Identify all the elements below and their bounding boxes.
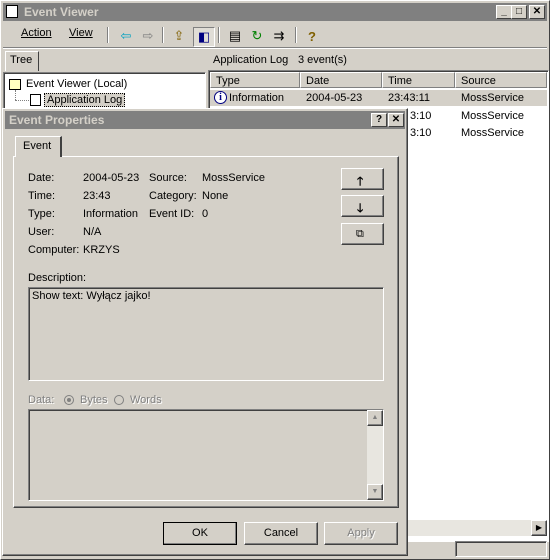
column-header-date[interactable]: Date xyxy=(300,72,382,88)
bytes-radio[interactable] xyxy=(64,395,74,405)
column-header-type[interactable]: Type xyxy=(210,72,300,88)
event-viewer-computer-icon xyxy=(9,79,21,90)
cancel-label: Cancel xyxy=(263,527,299,539)
column-header-time[interactable]: Time xyxy=(382,72,455,88)
event-viewer-app-icon xyxy=(6,5,18,18)
ok-button[interactable]: OK xyxy=(163,522,237,545)
log-name: Application Log xyxy=(213,54,289,66)
forward-icon[interactable]: ⇨ xyxy=(138,27,158,45)
event-properties-dialog: Event Properties ? ✕ Event Date: 2004-05… xyxy=(2,108,408,556)
ok-label: OK xyxy=(192,527,208,539)
dialog-help-button[interactable]: ? xyxy=(371,113,387,127)
maximize-button[interactable]: □ xyxy=(511,5,527,19)
tree-item-application-log[interactable]: Application Log xyxy=(44,93,126,107)
cancel-button[interactable]: Cancel xyxy=(244,522,318,545)
copy-button[interactable]: ⧉ xyxy=(341,223,384,245)
menu-action[interactable]: Action xyxy=(21,27,52,39)
tree-connector-line xyxy=(15,100,29,101)
description-text: Show text: Wyłącz jajko! xyxy=(32,290,151,302)
properties-icon[interactable]: ▤ xyxy=(225,27,245,45)
scroll-right-arrow-icon[interactable]: ▶ xyxy=(531,520,547,536)
computer-label: Computer: xyxy=(28,244,80,256)
information-icon: i xyxy=(214,91,227,104)
status-panel xyxy=(455,541,547,557)
date-value: 2004-05-23 xyxy=(83,172,140,184)
table-row[interactable]: i Information 2004-05-23 23:43:11 MossSe… xyxy=(210,90,547,106)
main-title: Event Viewer xyxy=(24,5,99,19)
export-list-icon[interactable]: ⇉ xyxy=(269,27,289,45)
toolbar-separator xyxy=(162,27,164,43)
source-value: MossService xyxy=(202,172,265,184)
row-source: MossService xyxy=(461,110,524,122)
scroll-up-arrow-icon[interactable]: ▲ xyxy=(367,410,383,426)
next-event-button[interactable]: 🡓 xyxy=(341,195,384,217)
scroll-down-arrow-icon[interactable]: ▼ xyxy=(367,484,383,500)
row-time: 23:43:11 xyxy=(388,92,431,104)
back-icon[interactable]: ⇦ xyxy=(116,27,136,45)
arrow-up-icon: 🡑 xyxy=(357,174,364,188)
type-value: Information xyxy=(83,208,139,220)
row-time: 3:10 xyxy=(410,110,432,122)
tree-tab[interactable]: Tree xyxy=(5,51,39,71)
tab-event[interactable]: Event xyxy=(15,136,62,157)
category-value: None xyxy=(202,190,229,202)
time-value: 23:43 xyxy=(83,190,111,202)
tree-root-label[interactable]: Event Viewer (Local) xyxy=(26,78,127,90)
description-box[interactable]: Show text: Wyłącz jajko! xyxy=(28,287,384,381)
main-title-bar[interactable]: Event Viewer _ □ ✕ xyxy=(3,3,547,21)
time-label: Time: xyxy=(28,190,56,202)
data-box[interactable]: ▲ ▼ xyxy=(28,409,384,501)
menu-toolbar-row: Action View ⇦ ⇨ ⇪ ◧ ▤ ↻ ⇉ ? xyxy=(3,24,547,47)
user-value: N/A xyxy=(83,226,102,238)
help-icon[interactable]: ? xyxy=(302,27,322,45)
column-header-source[interactable]: Source xyxy=(455,72,547,88)
words-radio[interactable] xyxy=(114,395,124,405)
type-label: Type: xyxy=(28,208,55,220)
menu-view[interactable]: View xyxy=(69,27,93,39)
previous-event-button[interactable]: 🡑 xyxy=(341,168,384,190)
category-label: Category: xyxy=(149,190,197,202)
date-label: Date: xyxy=(28,172,55,184)
arrow-down-icon: 🡓 xyxy=(357,201,364,215)
event-id-label: Event ID: xyxy=(149,208,195,220)
row-source: MossService xyxy=(461,127,524,139)
data-vertical-scrollbar[interactable]: ▲ ▼ xyxy=(367,410,383,500)
apply-button[interactable]: Apply xyxy=(324,522,398,545)
tree-tab-label: Tree xyxy=(10,54,33,66)
tree-connector-line xyxy=(15,90,16,100)
dialog-close-button[interactable]: ✕ xyxy=(388,113,404,127)
log-count: 3 event(s) xyxy=(298,54,347,66)
minimize-button[interactable]: _ xyxy=(496,5,512,19)
row-source: MossService xyxy=(461,92,524,104)
toolbar-bottom-divider xyxy=(3,47,547,49)
refresh-icon[interactable]: ↻ xyxy=(247,27,267,45)
tab-page: Date: 2004-05-23 Source: MossService Tim… xyxy=(13,156,399,508)
bytes-label: Bytes xyxy=(80,394,108,406)
event-id-value: 0 xyxy=(202,208,209,220)
dialog-title-bar[interactable]: Event Properties ? ✕ xyxy=(5,111,405,129)
row-time: 3:10 xyxy=(410,127,432,139)
toolbar-separator xyxy=(107,27,109,43)
tab-event-label: Event xyxy=(23,140,52,152)
data-label: Data: xyxy=(28,394,55,406)
description-label: Description: xyxy=(28,272,87,284)
copy-icon: ⧉ xyxy=(356,228,364,240)
row-type: Information xyxy=(229,92,285,104)
words-label: Words xyxy=(130,394,162,406)
dialog-title: Event Properties xyxy=(9,113,105,127)
row-date: 2004-05-23 xyxy=(306,92,363,104)
log-book-icon xyxy=(30,94,41,106)
toolbar-separator xyxy=(218,27,220,43)
show-hide-tree-icon[interactable]: ◧ xyxy=(193,27,215,47)
up-folder-icon[interactable]: ⇪ xyxy=(169,27,189,45)
apply-label: Apply xyxy=(347,527,375,539)
source-label: Source: xyxy=(149,172,187,184)
toolbar-separator xyxy=(295,27,297,43)
log-header-bar: Application Log 3 event(s) xyxy=(209,51,547,69)
close-button[interactable]: ✕ xyxy=(529,5,545,19)
computer-value: KRZYS xyxy=(83,244,120,256)
user-label: User: xyxy=(28,226,55,238)
